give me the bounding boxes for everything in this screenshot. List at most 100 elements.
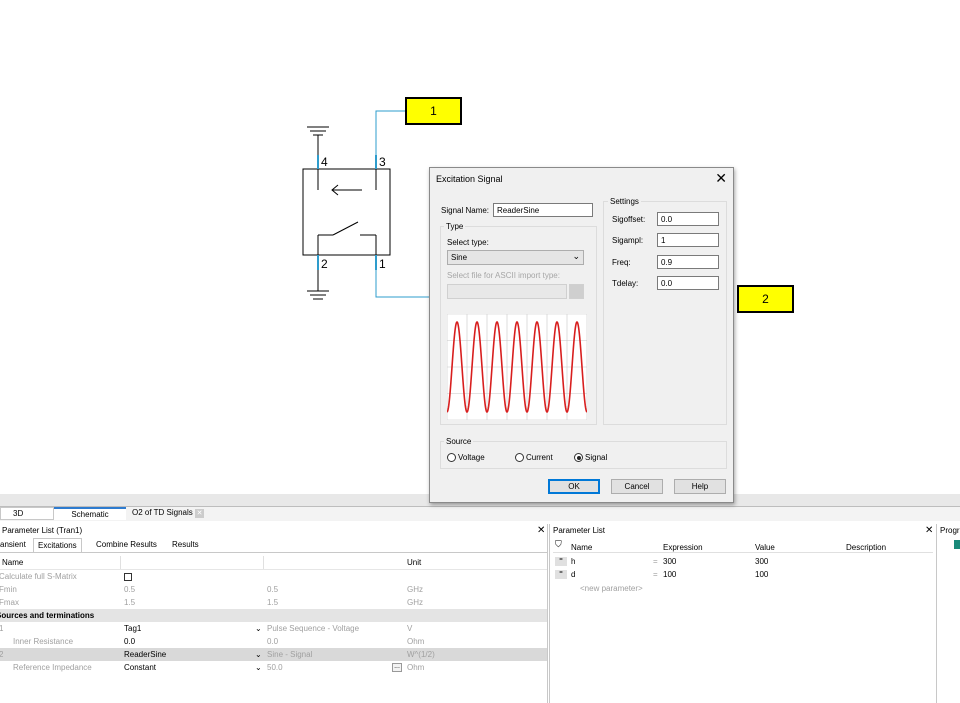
header-value: Value [755,543,775,552]
close-icon[interactable]: ✕ [537,525,545,536]
excitation-signal-dialog: Excitation Signal ✕ Signal Name: Type Se… [429,167,734,503]
source-signal-label: Signal [585,453,608,462]
row-value-2: 0.5 [267,585,279,594]
section-header[interactable]: Sources and terminations [0,609,547,622]
param-expression: 300 [663,557,677,566]
switch-component[interactable] [302,168,391,256]
param-value: 300 [755,557,769,566]
signal-name-input[interactable] [493,203,593,217]
table-row[interactable]: Calculate full S-Matrix [0,570,547,583]
header-name: Name [571,543,593,552]
port-1[interactable]: 1 [405,97,462,125]
settings-group-label: Settings [608,197,641,206]
pin-label-3: 3 [379,155,386,169]
signal-preview-chart [447,314,587,420]
select-type-value: Sine [451,253,468,262]
table-row[interactable]: Reference Impedance Constant ⌄ 50.0 ... … [0,661,547,674]
browse-button[interactable]: ... [392,663,402,672]
left-panel-tabbar [0,537,547,553]
row-value-2: 1.5 [267,598,279,607]
left-grid-header: Name Unit [0,556,547,570]
table-row[interactable]: 1 Tag1 ⌄ Pulse Sequence - Voltage V [0,622,547,635]
left-panel-title: Parameter List (Tran1) [2,526,83,535]
source-voltage-radio[interactable] [447,453,456,462]
tdelay-label: Tdelay: [612,279,639,288]
tab-results[interactable]: Results [168,538,203,552]
select-type-dropdown[interactable]: Sine ⌄ [447,250,584,265]
sigoffset-label: Sigoffset: [612,215,646,224]
right-grid-header: ⛉ Name Expression Value Description [553,539,933,553]
table-row[interactable]: = d = 100 100 [553,568,933,581]
wire-port1 [375,110,406,155]
progress-indicator [954,540,960,549]
chevron-down-icon[interactable]: ⌄ [255,663,262,672]
tab-3d-label: 3D [13,509,24,518]
sigampl-input[interactable] [657,233,719,247]
new-parameter-placeholder: <new parameter> [580,584,643,593]
row-name: Inner Resistance [13,637,74,646]
tab-combine-results[interactable]: Combine Results [92,538,161,552]
source-current-radio[interactable] [515,453,524,462]
row-id: 1 [0,624,4,633]
section-title: Sources and terminations [0,611,95,620]
row-unit: Ohm [407,663,425,672]
row-name: Calculate full S-Matrix [0,572,77,581]
tab-excitations[interactable]: Excitations [33,538,82,552]
tab-td-signals[interactable]: O2 of TD Signals ✕ [128,507,218,520]
tab-td-signals-label: O2 of TD Signals [132,508,193,517]
tab-schematic[interactable]: Schematic [54,507,126,520]
table-row[interactable]: Fmin 0.5 0.5 GHz [0,583,547,596]
sigoffset-input[interactable] [657,212,719,226]
header-name: Name [2,558,24,567]
row-value-2: Sine - Signal [267,650,313,659]
equals-icon: = [653,557,658,566]
parameter-icon: = [555,557,567,566]
table-row[interactable]: Fmax 1.5 1.5 GHz [0,596,547,609]
row-name: Fmin [0,585,17,594]
close-icon[interactable]: ✕ [715,170,727,187]
close-icon[interactable]: ✕ [925,525,933,536]
ascii-file-input[interactable] [447,284,567,299]
ascii-browse-button[interactable] [569,284,584,299]
table-row[interactable]: Inner Resistance 0.0 0.0 Ohm [0,635,547,648]
header-expression: Expression [663,543,703,552]
source-group-label: Source [444,437,474,446]
row-value: 0.5 [124,585,136,594]
row-unit: GHz [407,598,423,607]
port-2[interactable]: 2 [737,285,794,313]
row-unit: W^(1/2) [407,650,435,659]
signal-name-label: Signal Name: [441,206,490,215]
freq-input[interactable] [657,255,719,269]
tab-close-icon[interactable]: ✕ [195,509,205,518]
help-button[interactable]: Help [674,479,726,494]
ascii-file-label: Select file for ASCII import type: [447,271,560,280]
row-value: 0.0 [124,637,136,646]
pin-label-2: 2 [321,257,328,271]
param-value: 100 [755,570,769,579]
tab-schematic-label: Schematic [71,510,109,519]
new-parameter-row[interactable]: <new parameter> [553,582,933,595]
row-unit: GHz [407,585,423,594]
wire-port2 [375,270,430,298]
param-expression: 100 [663,570,677,579]
row-unit: Ohm [407,637,425,646]
equals-icon: = [653,570,658,579]
ok-button[interactable]: OK [548,479,600,494]
table-row[interactable]: 2 ReaderSine ⌄ Sine - Signal W^(1/2) [0,648,547,661]
cancel-button[interactable]: Cancel [611,479,663,494]
filter-icon[interactable]: ⛉ [555,539,562,550]
tdelay-input[interactable] [657,276,719,290]
freq-label: Freq: [612,258,631,267]
source-signal-radio[interactable] [574,453,583,462]
chevron-down-icon[interactable]: ⌄ [255,624,262,633]
table-row[interactable]: = h = 300 300 [553,555,933,568]
header-unit: Unit [407,558,422,567]
right-panel-title: Parameter List [553,526,606,535]
tab-3d[interactable]: 3D [0,507,54,520]
row-name: Fmax [0,598,19,607]
calculate-s-matrix-checkbox[interactable] [124,573,132,581]
row-value: Tag1 [124,624,142,633]
tab-transient[interactable]: ansient [0,538,30,552]
chevron-down-icon[interactable]: ⌄ [255,650,262,659]
header-description: Description [846,543,887,552]
